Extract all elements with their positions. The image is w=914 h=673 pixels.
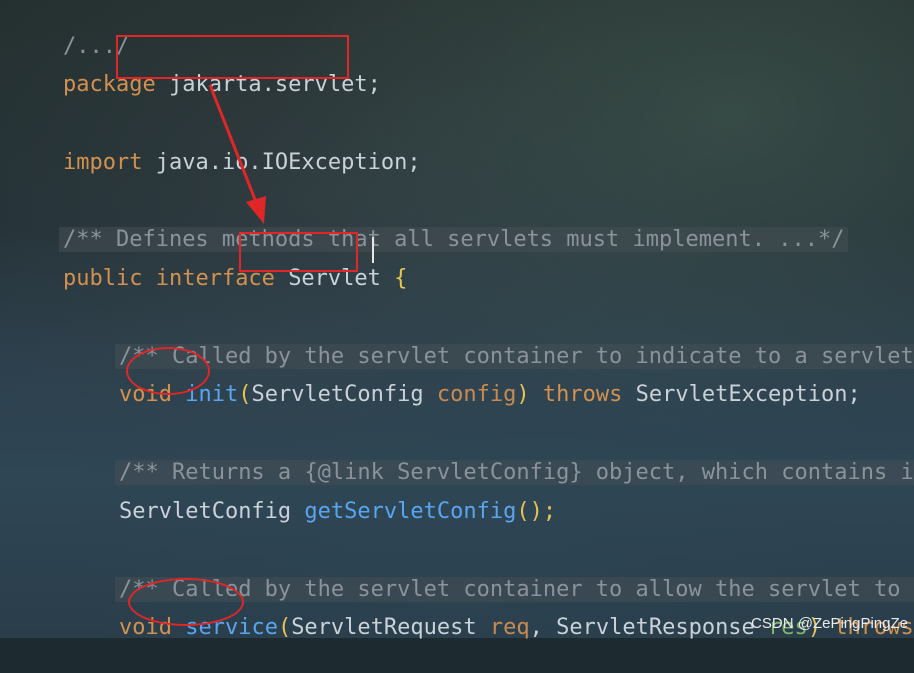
- return-type: ServletConfig: [118, 499, 292, 524]
- request-param: req: [489, 615, 530, 640]
- paren-close: ): [516, 382, 530, 407]
- void-keyword: void: [118, 382, 172, 407]
- response-type: ServletResponse: [556, 615, 755, 640]
- watermark: CSDN @ZePingPingZe: [751, 615, 908, 632]
- init-doc-comment[interactable]: /** Called by the servlet container to i…: [62, 312, 914, 369]
- interface-doc-comment[interactable]: /** Defines methods that all servlets mu…: [6, 195, 849, 252]
- package-line: package jakarta.servlet;: [10, 40, 381, 97]
- call-parens: ();: [516, 499, 557, 524]
- void-keyword: void: [118, 615, 172, 640]
- request-type: ServletRequest: [291, 615, 477, 640]
- init-method-name[interactable]: init: [185, 382, 238, 407]
- param-name: config: [436, 382, 517, 407]
- service-doc-comment[interactable]: /** Called by the servlet container to a…: [62, 545, 914, 602]
- service-method-line: void service(ServletRequest req, Servlet…: [66, 583, 914, 640]
- open-brace: {: [394, 266, 408, 291]
- throws-keyword: throws: [542, 382, 623, 407]
- param-type: ServletConfig: [251, 382, 424, 407]
- import-line: import java.io.IOException;: [10, 118, 421, 175]
- exception-type: ServletException;: [635, 382, 861, 407]
- getservletconfig-method-line: ServletConfig getServletConfig();: [66, 467, 556, 524]
- code-editor[interactable]: /.../ package jakarta.servlet; import ja…: [0, 0, 914, 640]
- comma: ,: [529, 615, 543, 640]
- interface-name: Servlet: [288, 266, 381, 291]
- service-method-name[interactable]: service: [185, 615, 278, 640]
- package-keyword: package: [62, 72, 156, 97]
- getservletconfig-doc-comment[interactable]: /** Returns a {@link ServletConfig} obje…: [62, 428, 914, 485]
- import-path: java.io.IOException;: [155, 150, 421, 175]
- package-name: jakarta.servlet;: [168, 72, 381, 97]
- folded-header[interactable]: /.../: [10, 2, 129, 59]
- text-caret: [372, 237, 374, 263]
- import-keyword: import: [62, 150, 143, 175]
- getservletconfig-method-name[interactable]: getServletConfig: [304, 499, 516, 524]
- interface-keyword: interface: [155, 266, 275, 291]
- public-keyword: public: [62, 266, 143, 291]
- interface-declaration: public interface Servlet {: [10, 234, 407, 291]
- init-method-line: void init(ServletConfig config) throws S…: [66, 350, 861, 407]
- paren-open: (: [277, 615, 292, 640]
- paren-open: (: [238, 382, 252, 407]
